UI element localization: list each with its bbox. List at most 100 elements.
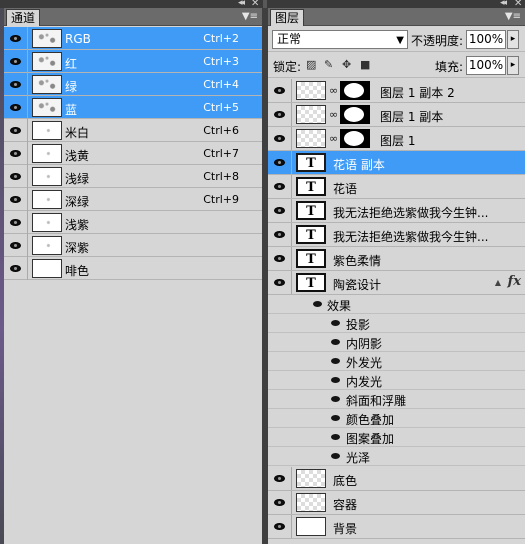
channel-name: 红	[65, 57, 78, 71]
visibility-toggle[interactable]	[268, 491, 292, 514]
channel-row[interactable]: 米白 Ctrl+6	[4, 119, 262, 142]
visibility-toggle[interactable]	[4, 96, 28, 119]
layer-mask-thumbnail[interactable]	[340, 81, 370, 100]
panel-menu-icon[interactable]: ▼≡	[242, 10, 258, 24]
visibility-toggle[interactable]	[268, 271, 292, 294]
visibility-toggle[interactable]	[268, 103, 292, 126]
layer-row[interactable]: ∞ 图层 1	[268, 127, 525, 151]
effect-name: 内阴影	[346, 337, 383, 351]
layer-mask-thumbnail[interactable]	[340, 105, 370, 124]
layer-row[interactable]: ∞ 图层 1 副本 2	[268, 79, 525, 103]
effect-item[interactable]: 内发光	[268, 371, 525, 390]
collapse-icon[interactable]: ◂◂	[500, 0, 507, 8]
fill-slider-button[interactable]: ▸	[507, 56, 519, 75]
visibility-toggle[interactable]	[268, 151, 292, 174]
eye-icon[interactable]	[331, 453, 340, 459]
text-layer-icon: T	[296, 249, 326, 268]
link-icon[interactable]: ∞	[329, 84, 338, 97]
dropdown-arrow-icon: ▼	[396, 35, 404, 46]
eye-icon[interactable]	[331, 377, 340, 383]
tab-layers[interactable]: 图层	[270, 9, 305, 26]
visibility-toggle[interactable]	[268, 515, 292, 538]
expand-effects-icon[interactable]: ▲	[495, 278, 501, 287]
eye-icon[interactable]	[331, 320, 340, 326]
blend-mode-select[interactable]: 正常 ▼	[272, 30, 408, 49]
tab-channels[interactable]: 通道	[6, 9, 41, 26]
eye-icon[interactable]	[331, 358, 340, 364]
eye-icon	[10, 58, 21, 65]
eye-icon[interactable]	[331, 434, 340, 440]
layer-row[interactable]: T 我无法拒绝选紫做我今生钟...	[268, 199, 525, 223]
fill-input[interactable]: 100%	[466, 56, 506, 75]
visibility-toggle[interactable]	[4, 27, 28, 50]
effect-item[interactable]: 斜面和浮雕	[268, 390, 525, 409]
eye-icon	[10, 104, 21, 111]
opacity-slider-button[interactable]: ▸	[507, 30, 519, 49]
visibility-toggle[interactable]	[4, 50, 28, 73]
layer-row[interactable]: T 我无法拒绝选紫做我今生钟...	[268, 223, 525, 247]
layer-row[interactable]: 背景	[268, 515, 525, 539]
channel-row[interactable]: 浅黄 Ctrl+7	[4, 142, 262, 165]
visibility-toggle[interactable]	[4, 211, 28, 234]
effects-header[interactable]: 效果	[268, 295, 525, 314]
eye-icon[interactable]	[313, 301, 322, 307]
lock-transparency-icon[interactable]: ▨	[306, 58, 316, 71]
lock-all-icon[interactable]: ■	[360, 58, 370, 71]
opacity-input[interactable]: 100%	[466, 30, 506, 49]
link-icon[interactable]: ∞	[329, 108, 338, 121]
eye-icon[interactable]	[331, 396, 340, 402]
lock-controls: 锁定: ▨ ✎ ✥ ■ 填充: 100% ▸	[268, 53, 525, 78]
layer-row[interactable]: 容器	[268, 491, 525, 515]
visibility-toggle[interactable]	[4, 188, 28, 211]
visibility-toggle[interactable]	[268, 127, 292, 150]
layer-row[interactable]: T 陶瓷设计 ▲ fx	[268, 271, 525, 295]
visibility-toggle[interactable]	[268, 175, 292, 198]
visibility-toggle[interactable]	[268, 223, 292, 246]
visibility-toggle[interactable]	[4, 234, 28, 257]
effect-name: 图案叠加	[346, 432, 395, 446]
visibility-toggle[interactable]	[268, 79, 292, 102]
visibility-toggle[interactable]	[4, 165, 28, 188]
layer-row-selected[interactable]: T 花语 副本	[268, 151, 525, 175]
visibility-toggle[interactable]	[4, 119, 28, 142]
channel-row[interactable]: 啡色	[4, 257, 262, 280]
link-icon[interactable]: ∞	[329, 132, 338, 145]
visibility-toggle[interactable]	[268, 467, 292, 490]
layer-row[interactable]: ∞ 图层 1 副本	[268, 103, 525, 127]
fx-icon[interactable]: fx	[508, 274, 521, 289]
channel-name: 浅紫	[65, 218, 90, 232]
effect-item[interactable]: 光泽	[268, 447, 525, 466]
layer-mask-thumbnail[interactable]	[340, 129, 370, 148]
layer-name: 我无法拒绝选紫做我今生钟...	[333, 230, 489, 244]
channel-row[interactable]: 浅紫	[4, 211, 262, 234]
visibility-toggle[interactable]	[4, 257, 28, 280]
lock-position-icon[interactable]: ✥	[342, 58, 351, 71]
effect-item[interactable]: 外发光	[268, 352, 525, 371]
channel-name: RGB	[65, 32, 91, 46]
channel-row-rgb[interactable]: RGB Ctrl+2	[4, 27, 262, 50]
layer-row[interactable]: 底色	[268, 467, 525, 491]
effect-item[interactable]: 图案叠加	[268, 428, 525, 447]
lock-label: 锁定:	[273, 60, 302, 74]
channel-row-blue[interactable]: 蓝 Ctrl+5	[4, 96, 262, 119]
visibility-toggle[interactable]	[4, 73, 28, 96]
channel-row[interactable]: 深紫	[4, 234, 262, 257]
channel-shortcut: Ctrl+2	[203, 32, 239, 45]
visibility-toggle[interactable]	[268, 247, 292, 270]
effect-item[interactable]: 颜色叠加	[268, 409, 525, 428]
effect-item[interactable]: 投影	[268, 314, 525, 333]
channel-row[interactable]: 深绿 Ctrl+9	[4, 188, 262, 211]
visibility-toggle[interactable]	[4, 142, 28, 165]
layer-row[interactable]: T 花语	[268, 175, 525, 199]
eye-icon[interactable]	[331, 415, 340, 421]
visibility-toggle[interactable]	[268, 199, 292, 222]
lock-pixels-icon[interactable]: ✎	[324, 58, 333, 71]
channel-row-green[interactable]: 绿 Ctrl+4	[4, 73, 262, 96]
effect-item[interactable]: 内阴影	[268, 333, 525, 352]
eye-icon[interactable]	[331, 339, 340, 345]
channel-row-red[interactable]: 红 Ctrl+3	[4, 50, 262, 73]
panel-menu-icon[interactable]: ▼≡	[505, 10, 521, 24]
layer-row[interactable]: T 紫色柔情	[268, 247, 525, 271]
channel-row[interactable]: 浅绿 Ctrl+8	[4, 165, 262, 188]
collapse-icon[interactable]: ◂◂	[238, 0, 245, 8]
